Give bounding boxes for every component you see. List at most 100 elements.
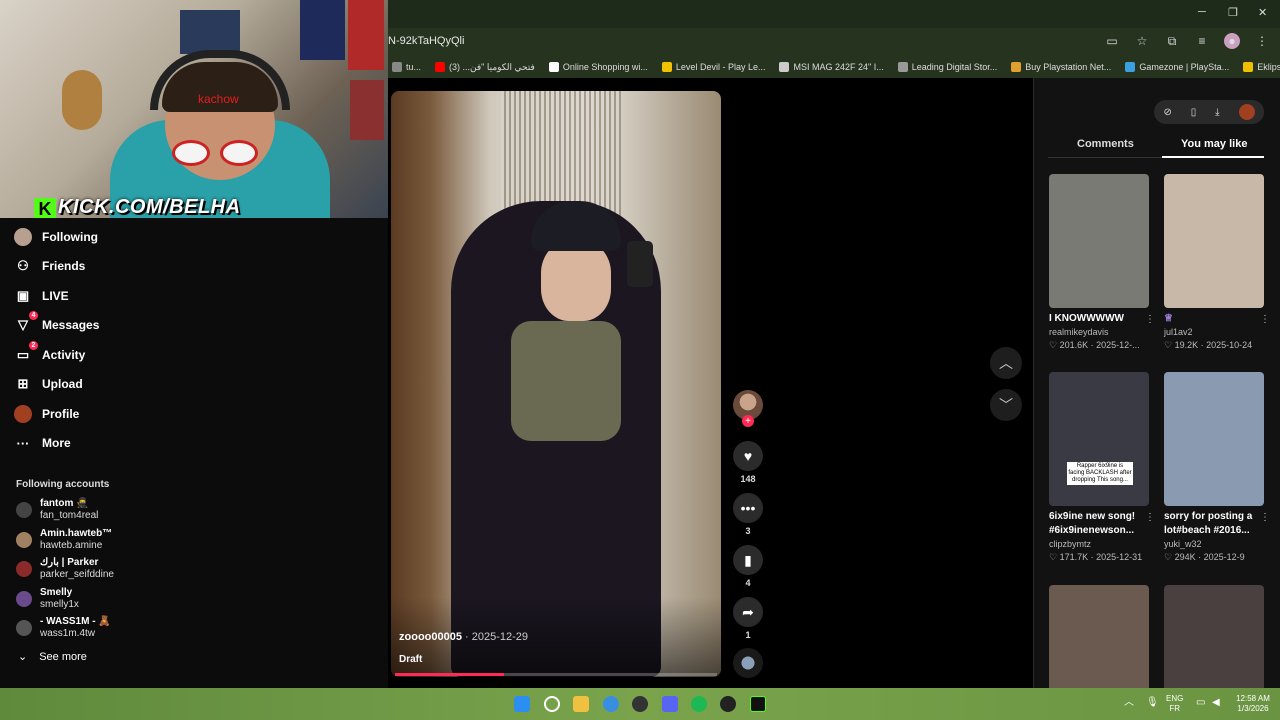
following-account[interactable]: - WASS1M - 🧸 wass1m.4tw: [16, 616, 111, 640]
kick-channel-label: KICK.COM/BELHA: [58, 196, 241, 218]
save-action[interactable]: ▮ 4: [733, 545, 763, 588]
card-likes: 201.6K: [1059, 340, 1089, 350]
card-username[interactable]: jul1av2: [1164, 326, 1264, 339]
file-explorer-icon[interactable]: [573, 696, 589, 712]
bookmark-favicon-icon: [661, 62, 672, 72]
cast-icon[interactable]: ▭: [1104, 33, 1120, 49]
bookmark-item[interactable]: Buy Playstation Net...: [1011, 62, 1111, 72]
bookmark-star-icon[interactable]: ☆: [1134, 33, 1150, 49]
comment-action[interactable]: ••• 3: [733, 493, 763, 536]
heart-icon[interactable]: ♥: [733, 441, 763, 471]
video-thumbnail[interactable]: Rapper 6ix9ine is facing BACKLASH after …: [1049, 372, 1149, 506]
sidebar-item-activity[interactable]: ▭ 2 Activity: [14, 341, 85, 364]
card-stats: ♡ 19.2K · 2025-10-24: [1164, 339, 1264, 352]
account-avatar: [16, 502, 32, 518]
url-text[interactable]: N-92kTaHQyQli: [388, 35, 464, 47]
card-menu-icon[interactable]: ⋮: [1260, 512, 1270, 523]
bookmark-item[interactable]: Leading Digital Stor...: [897, 62, 997, 72]
webcam-mini-text: kachow: [198, 92, 239, 106]
extensions-icon[interactable]: ⧉: [1164, 33, 1180, 49]
kick-app-icon[interactable]: [750, 696, 766, 712]
recommended-video-card[interactable]: I KNOWWWWW realmikeydavis ♡ 201.6K · 2025-…: [1049, 174, 1155, 352]
chrome-icon[interactable]: [603, 696, 619, 712]
sidebar-item-live[interactable]: ▣ LIVE: [14, 287, 69, 305]
sidebar-item-profile[interactable]: Profile: [14, 405, 79, 423]
following-account[interactable]: Amin.hawteb™ hawteb.amine: [16, 528, 112, 552]
device-icon[interactable]: ▯: [1191, 107, 1197, 118]
start-menu-icon[interactable]: [514, 696, 530, 712]
next-video-button[interactable]: ﹀: [990, 389, 1022, 421]
tab-comments[interactable]: Comments: [1077, 138, 1134, 150]
heart-outline-icon: ♡: [1164, 552, 1175, 562]
sidebar-item-upload[interactable]: ⊞ Upload: [14, 375, 83, 393]
video-thumbnail[interactable]: [1049, 174, 1149, 308]
restore-button[interactable]: ❐: [1228, 6, 1238, 19]
close-window-button[interactable]: ✕: [1258, 6, 1267, 19]
see-more-button[interactable]: ⌄ See more: [18, 650, 87, 664]
card-date: 2025-12-...: [1096, 340, 1140, 350]
tray-chevron-icon[interactable]: ︿: [1124, 698, 1134, 708]
bookmark-label: Gamezone | PlaySta...: [1139, 62, 1230, 72]
recommended-video-card[interactable]: ♕ jul1av2 ♡ 19.2K · 2025-10-24 ⋮: [1164, 174, 1270, 352]
bookmark-item[interactable]: MSI MAG 242F 24" I...: [779, 62, 884, 72]
comment-icon[interactable]: •••: [733, 493, 763, 523]
card-menu-icon[interactable]: ⋮: [1260, 314, 1270, 325]
following-account[interactable]: fantom 🥷 fan_tom4real: [16, 498, 98, 522]
video-thumbnail[interactable]: [1164, 174, 1264, 308]
share-action[interactable]: ➦ 1: [733, 597, 763, 640]
like-action[interactable]: ♥ 148: [733, 441, 763, 484]
card-username[interactable]: clipzbymtz: [1049, 538, 1149, 551]
recommended-video-card[interactable]: Rapper 6ix9ine is facing BACKLASH after …: [1049, 372, 1155, 564]
video-progress-bar[interactable]: [395, 673, 717, 676]
spotify-icon[interactable]: [691, 696, 707, 712]
follow-plus-icon[interactable]: +: [742, 415, 754, 427]
download-icon[interactable]: ⤓: [1215, 107, 1219, 118]
video-thumbnail[interactable]: [1164, 372, 1264, 506]
chevron-down-icon: ⌄: [18, 651, 28, 663]
following-account[interactable]: بارك | Parker parker_seifddine: [16, 557, 114, 581]
tab-you-may-like[interactable]: You may like: [1181, 138, 1247, 150]
previous-video-button[interactable]: ︿: [990, 347, 1022, 379]
kebab-menu-icon[interactable]: ⋮: [1254, 33, 1270, 49]
microphone-icon[interactable]: 🎙: [1146, 698, 1159, 708]
volume-icon[interactable]: ◀: [1212, 698, 1220, 708]
card-menu-icon[interactable]: ⋮: [1145, 314, 1155, 325]
sidebar-item-more[interactable]: ··· More: [14, 434, 71, 452]
clock[interactable]: 12:58 AM 1/3/2026: [1230, 694, 1276, 714]
bookmark-item[interactable]: tu...: [392, 62, 421, 72]
discord-icon[interactable]: [662, 696, 678, 712]
bookmark-item[interactable]: فتحي الكوميا "فن... (3): [435, 62, 535, 73]
search-icon[interactable]: [544, 696, 560, 712]
bookmark-item[interactable]: Level Devil - Play Le...: [661, 62, 765, 72]
following-account[interactable]: Smelly smelly1x: [16, 587, 79, 611]
bookmark-icon[interactable]: ▮: [733, 545, 763, 575]
sidebar-item-friends[interactable]: ⚇ Friends: [14, 257, 85, 275]
address-bar[interactable]: N-92kTaHQyQli ▭ ☆ ⧉ ≡ ● ⋮: [388, 28, 1280, 56]
chevron-up-icon: ︿: [999, 355, 1013, 371]
compass-icon[interactable]: ⊘: [1163, 107, 1171, 118]
minimize-button[interactable]: ─: [1198, 6, 1206, 18]
profile-avatar-icon[interactable]: ●: [1224, 33, 1240, 49]
video-player[interactable]: zoooo00005 · 2025-12-29 Draft: [391, 91, 721, 677]
bookmark-item[interactable]: Eklipse - Convert Tw...: [1243, 62, 1280, 72]
language-indicator[interactable]: ENG FR: [1166, 694, 1183, 714]
app-icon[interactable]: [632, 696, 648, 712]
network-icon[interactable]: ▭: [1196, 698, 1205, 708]
sidebar-item-following[interactable]: Following: [14, 228, 98, 246]
card-menu-icon[interactable]: ⋮: [1145, 512, 1155, 523]
steam-icon[interactable]: [720, 696, 736, 712]
bookmark-item[interactable]: Online Shopping wi...: [548, 62, 648, 72]
share-icon[interactable]: ➦: [733, 597, 763, 627]
card-username[interactable]: yuki_w32: [1164, 538, 1264, 551]
media-icon[interactable]: ≡: [1194, 33, 1210, 49]
video-author[interactable]: zoooo00005: [399, 631, 462, 643]
chevron-down-icon: ﹀: [999, 397, 1013, 413]
account-avatar[interactable]: [1238, 104, 1255, 120]
account-avatar: [16, 590, 32, 607]
recommended-video-card[interactable]: sorry for posting a lot#beach #2016... yu…: [1164, 372, 1270, 564]
card-username[interactable]: realmikeydavis: [1049, 326, 1149, 339]
bookmark-item[interactable]: Gamezone | PlaySta...: [1125, 62, 1229, 72]
music-disc-icon[interactable]: [733, 648, 763, 678]
sidebar-item-messages[interactable]: ▽ 4 Messages: [14, 311, 99, 334]
profile-avatar: [14, 405, 32, 423]
